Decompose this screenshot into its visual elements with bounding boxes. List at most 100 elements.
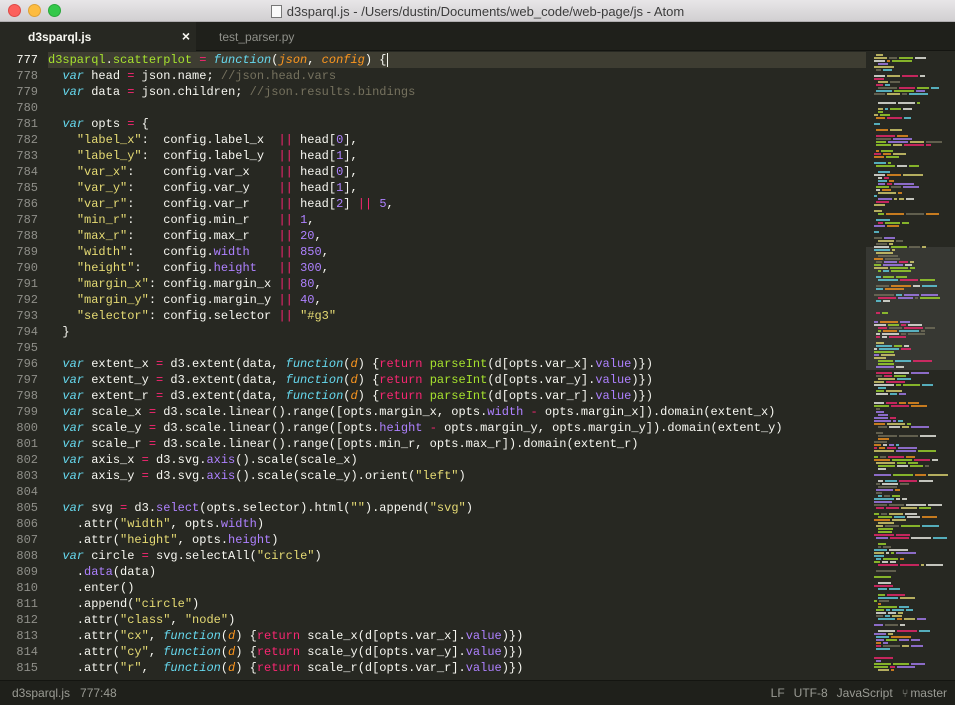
minimap-line — [899, 198, 904, 200]
code-line[interactable]: "height": config.height || 300, — [48, 260, 866, 276]
minimap-line — [913, 360, 932, 362]
code-line[interactable]: var scale_y = d3.scale.linear().range([o… — [48, 420, 866, 436]
code-line[interactable] — [48, 100, 866, 116]
status-grammar[interactable]: JavaScript — [837, 686, 893, 700]
code-token: ) — [314, 549, 322, 563]
code-token: axis — [206, 469, 236, 483]
minimap-line — [891, 636, 911, 638]
code-token: = — [148, 421, 157, 435]
minimap-line — [878, 180, 887, 182]
minimap-line — [874, 459, 890, 461]
code-line[interactable]: .enter() — [48, 580, 866, 596]
minimap-line — [896, 444, 899, 446]
code-line[interactable]: var scale_r = d3.scale.linear().range([o… — [48, 436, 866, 452]
code-line[interactable]: d3sparql.scatterplot = function(json, co… — [48, 52, 866, 68]
minimap-line — [887, 183, 892, 185]
minimap[interactable] — [866, 52, 955, 680]
tab-d3sparql[interactable]: d3sparql.js × — [0, 22, 196, 51]
tab-test-parser[interactable]: test_parser.py — [196, 22, 386, 51]
code-line[interactable]: var extent_y = d3.extent(data, function(… — [48, 372, 866, 388]
status-line-ending[interactable]: LF — [771, 686, 785, 700]
code-token: head[ — [292, 165, 337, 179]
code-line[interactable]: .attr("height", opts.height) — [48, 532, 866, 548]
status-cursor-position[interactable]: 777:48 — [80, 686, 117, 700]
minimap-line — [904, 144, 924, 146]
minimap-line — [874, 576, 891, 578]
code-line[interactable]: var data = json.children; //json.results… — [48, 84, 866, 100]
line-number: 799 — [16, 405, 38, 419]
code-line[interactable]: .attr("class", "node") — [48, 612, 866, 628]
minimap-line — [899, 261, 908, 263]
code-line[interactable]: .append("circle") — [48, 596, 866, 612]
minimap-line — [883, 276, 894, 278]
code-line[interactable]: var head = json.name; //json.head.vars — [48, 68, 866, 84]
code-token: function — [213, 53, 272, 67]
minimap-line — [893, 420, 896, 422]
code-line[interactable]: "margin_x": config.margin_x || 80, — [48, 276, 866, 292]
code-token: scale_x — [84, 405, 149, 419]
code-line[interactable]: var axis_y = d3.svg.axis().scale(scale_y… — [48, 468, 866, 484]
status-bar: d3sparql.js 777:48 LF UTF-8 JavaScript ⑂… — [0, 680, 955, 705]
code-line[interactable]: var circle = svg.selectAll("circle") — [48, 548, 866, 564]
code-token: , opts. — [170, 517, 221, 531]
code-line[interactable]: "min_r": config.min_r || 1, — [48, 212, 866, 228]
code-token: name; — [177, 69, 221, 83]
window-title: d3sparql.js - /Users/dustin/Documents/we… — [286, 3, 685, 19]
code-token: function — [163, 645, 221, 659]
code-line[interactable]: "max_r": config.max_r || 20, — [48, 228, 866, 244]
code-line[interactable]: "var_x": config.var_x || head[0], — [48, 164, 866, 180]
status-git-branch[interactable]: ⑂ master — [902, 686, 947, 700]
minimap-line — [882, 333, 899, 335]
editor-pane[interactable]: 777 778 779 780 781 782 783 784 785 786 787 788 789 7… — [0, 52, 866, 680]
line-number: 815 — [16, 661, 38, 675]
code-line[interactable]: var axis_x = d3.svg.axis().scale(scale_x… — [48, 452, 866, 468]
code-line[interactable]: "label_x": config.label_x || head[0], — [48, 132, 866, 148]
code-line[interactable]: .data(data) — [48, 564, 866, 580]
minimap-line — [910, 465, 923, 467]
code-token: ], — [343, 181, 358, 195]
minimap-line — [876, 84, 883, 86]
minimap-line — [883, 264, 903, 266]
code-line[interactable]: } — [48, 324, 866, 340]
code-line[interactable] — [48, 484, 866, 500]
code-line[interactable]: "label_y": config.label_y || head[1], — [48, 148, 866, 164]
minimap-line — [896, 534, 910, 536]
status-encoding[interactable]: UTF-8 — [794, 686, 828, 700]
minimap-line — [878, 297, 896, 299]
minimap-line — [895, 360, 911, 362]
minimap-line — [876, 201, 889, 203]
code-line[interactable]: .attr("width", opts.width) — [48, 516, 866, 532]
minimap-line — [901, 333, 906, 335]
minimap-line — [915, 57, 926, 59]
code-line[interactable]: "width": config.width || 850, — [48, 244, 866, 260]
code-line[interactable]: "var_r": config.var_r || head[2] || 5, — [48, 196, 866, 212]
code-line[interactable]: .attr("cx", function(d) {return scale_x(… — [48, 628, 866, 644]
minimap-line — [887, 93, 900, 95]
code-area[interactable]: d3sparql.scatterplot = function(json, co… — [48, 52, 866, 680]
minimap-line — [898, 192, 902, 194]
code-token: .attr( — [48, 645, 121, 659]
status-file-path[interactable]: d3sparql.js — [12, 686, 70, 700]
code-line[interactable]: var svg = d3.select(opts.selector).html(… — [48, 500, 866, 516]
minimap-line — [885, 480, 897, 482]
code-token: "max_r" — [76, 229, 128, 243]
minimap-line — [902, 75, 918, 77]
code-line[interactable]: var scale_x = d3.scale.linear().range([o… — [48, 404, 866, 420]
code-line[interactable] — [48, 340, 866, 356]
code-line[interactable]: var opts = { — [48, 116, 866, 132]
code-line[interactable]: "selector": config.selector || "#g3" — [48, 308, 866, 324]
code-line[interactable]: .attr("r", function(d) {return scale_r(d… — [48, 660, 866, 676]
minimap-line — [878, 240, 894, 242]
code-token: (data) — [112, 565, 157, 579]
minimap-line — [876, 408, 880, 410]
code-line[interactable]: .attr("cy", function(d) {return scale_y(… — [48, 644, 866, 660]
code-line[interactable]: var extent_x = d3.extent(data, function(… — [48, 356, 866, 372]
code-line[interactable]: "var_y": config.var_y || head[1], — [48, 180, 866, 196]
code-line[interactable]: "margin_y": config.margin_y || 40, — [48, 292, 866, 308]
code-token: scale_r(d[opts.var_r]. — [300, 661, 466, 675]
code-token: || — [278, 149, 293, 163]
code-line[interactable]: var extent_r = d3.extent(data, function(… — [48, 388, 866, 404]
minimap-line — [874, 600, 877, 602]
minimap-line — [902, 222, 909, 224]
close-tab-icon[interactable]: × — [182, 28, 190, 44]
